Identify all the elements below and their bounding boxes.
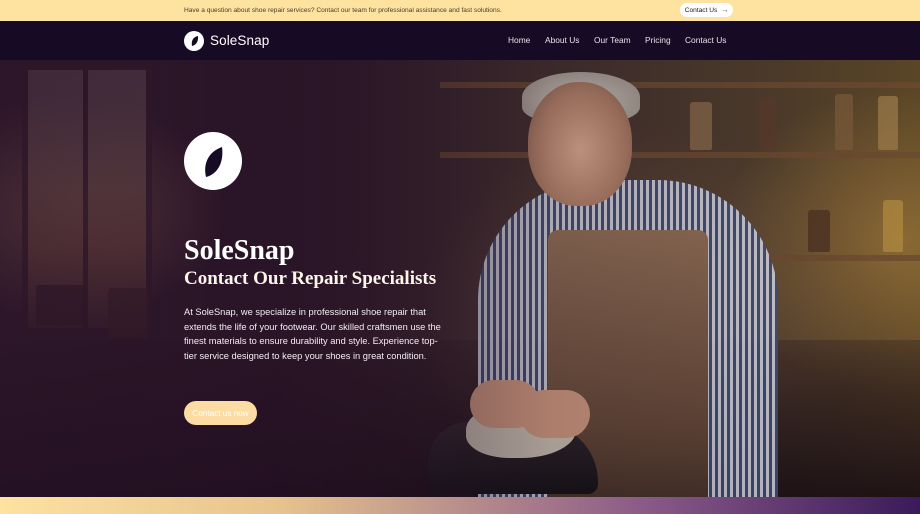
contact-us-now-button[interactable]: Contact us now <box>184 401 257 425</box>
brand-name: SoleSnap <box>210 33 270 48</box>
hero-leaf-logo-icon <box>184 132 242 190</box>
hero-title: SoleSnap <box>184 235 295 266</box>
nav-link-home[interactable]: Home <box>508 35 530 45</box>
nav-link-about-us[interactable]: About Us <box>545 35 579 45</box>
hero-description: At SoleSnap, we specialize in profession… <box>184 307 441 361</box>
nav-link-our-team[interactable]: Our Team <box>594 35 631 45</box>
leaf-logo-icon <box>184 30 204 51</box>
hero-section: SoleSnap Contact Our Repair Specialists … <box>0 60 920 497</box>
arrow-right-icon: → <box>721 6 729 14</box>
announcement-bar: Have a question about shoe repair servic… <box>0 0 920 21</box>
hero-overlay <box>0 60 920 497</box>
hero-subtitle: Contact Our Repair Specialists <box>184 268 437 289</box>
nav-link-pricing[interactable]: Pricing <box>645 35 671 45</box>
brand-link[interactable]: SoleSnap <box>184 30 269 51</box>
bottom-gradient-strip <box>0 497 920 514</box>
nav-link-contact-us[interactable]: Contact Us <box>685 35 726 45</box>
announcement-text: Have a question about shoe repair servic… <box>184 7 502 14</box>
topbar-contact-button[interactable]: Contact Us → <box>680 3 733 17</box>
topbar-contact-label: Contact Us <box>684 6 718 14</box>
main-navbar: SoleSnap Home About Us Our Team Pricing … <box>0 21 920 60</box>
